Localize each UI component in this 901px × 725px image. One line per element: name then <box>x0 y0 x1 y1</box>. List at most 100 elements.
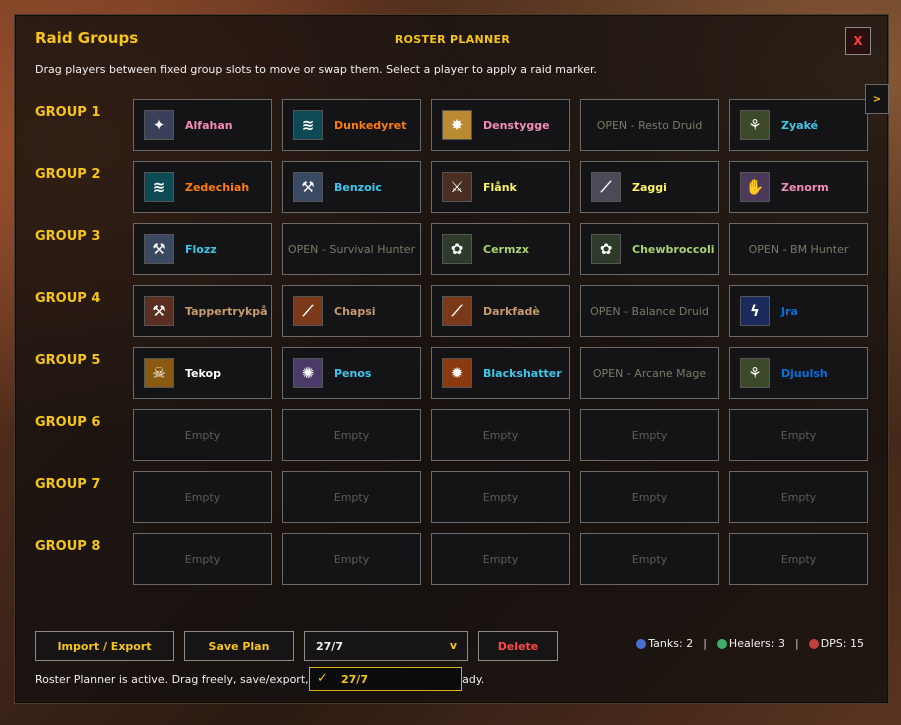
player-slot[interactable]: ϟ Jra <box>729 285 868 337</box>
dps-count: DPS: 15 <box>808 637 864 650</box>
empty-slot[interactable]: Empty <box>580 471 719 523</box>
player-name: Blackshatter <box>483 366 562 380</box>
plan-dropdown-menu[interactable]: ✓ 27/7 <box>309 667 462 691</box>
player-slot[interactable]: ✦ Alfahan <box>133 99 272 151</box>
player-name: Cermzx <box>483 242 529 256</box>
slot-label: Empty <box>333 552 370 566</box>
player-slot[interactable]: ✋ Zenorm <box>729 161 868 213</box>
separator: | <box>703 637 707 650</box>
player-slot[interactable]: ⟋ Chapsi <box>282 285 421 337</box>
shadow-hand-icon: ✋ <box>740 172 770 202</box>
empty-slot[interactable]: Empty <box>282 471 421 523</box>
empty-slot[interactable]: Empty <box>282 533 421 585</box>
player-slot[interactable]: ⚒ Tappertrykpå <box>133 285 272 337</box>
empty-slot[interactable]: Empty <box>729 409 868 461</box>
dagger-strike-icon: ⟋ <box>591 172 621 202</box>
empty-slot[interactable]: Empty <box>580 533 719 585</box>
healer-role-icon <box>716 639 727 649</box>
open-slot[interactable]: OPEN - Balance Druid <box>580 285 719 337</box>
slot-label: Empty <box>780 552 817 566</box>
slot-label: Empty <box>482 428 519 442</box>
group-label: GROUP 1 <box>35 105 101 120</box>
slot-label: Empty <box>184 552 221 566</box>
group-row: GROUP 8 Empty Empty Empty Empty Empty <box>15 533 890 585</box>
player-slot[interactable]: ✸ Denstygge <box>431 99 570 151</box>
player-slot[interactable]: ⚔ Flånk <box>431 161 570 213</box>
holy-light-icon: ✸ <box>442 110 472 140</box>
slot-label: Empty <box>482 552 519 566</box>
frost-axe-icon: ⚒ <box>293 172 323 202</box>
player-name: Darkfadè <box>483 304 540 318</box>
skull-icon: ☠ <box>144 358 174 388</box>
group-row: GROUP 2 ≋ Zedechiah ⚒ Benzoic ⚔ Flånk ⟋ Zaggi ✋ Ze… <box>15 161 890 213</box>
player-slot[interactable]: ✹ Blackshatter <box>431 347 570 399</box>
slot-label: Empty <box>482 490 519 504</box>
player-name: Zyaké <box>781 118 819 132</box>
player-slot[interactable]: ⚒ Flozz <box>133 223 272 275</box>
chevron-down-icon: v <box>449 639 457 652</box>
beast-paw-icon: ✿ <box>591 234 621 264</box>
player-name: Zenorm <box>781 180 829 194</box>
group-label: GROUP 7 <box>35 477 101 492</box>
open-slot[interactable]: OPEN - Survival Hunter <box>282 223 421 275</box>
slot-label: OPEN - Balance Druid <box>590 304 709 318</box>
tank-count: Tanks: 2 <box>636 637 693 650</box>
empty-slot[interactable]: Empty <box>431 471 570 523</box>
open-slot[interactable]: OPEN - Resto Druid <box>580 99 719 151</box>
rogue-blade-icon: ⚔ <box>442 172 472 202</box>
player-name: Jra <box>781 304 798 318</box>
empty-slot[interactable]: Empty <box>431 533 570 585</box>
empty-slot[interactable]: Empty <box>729 533 868 585</box>
warrior-axe-icon: ⚒ <box>144 296 174 326</box>
import-export-button[interactable]: Import / Export <box>35 631 174 661</box>
player-slot[interactable]: ☠ Tekop <box>133 347 272 399</box>
dps-role-icon <box>808 639 819 649</box>
bear-claw-icon: ≋ <box>144 172 174 202</box>
empty-slot[interactable]: Empty <box>133 533 272 585</box>
save-plan-button[interactable]: Save Plan <box>184 631 294 661</box>
player-slot[interactable]: ⚘ Zyaké <box>729 99 868 151</box>
dropdown-option[interactable]: 27/7 <box>341 673 368 686</box>
player-slot[interactable]: ⟋ Zaggi <box>580 161 719 213</box>
empty-slot[interactable]: Empty <box>431 409 570 461</box>
group-row: GROUP 4 ⚒ Tappertrykpå ⟋ Chapsi ⟋ Darkfadè OPEN… <box>15 285 890 337</box>
player-name: Tappertrykpå <box>185 304 268 318</box>
open-slot[interactable]: OPEN - BM Hunter <box>729 223 868 275</box>
player-slot[interactable]: ✿ Cermzx <box>431 223 570 275</box>
group-row: GROUP 5 ☠ Tekop ✺ Penos ✹ Blackshatter OPEN - A… <box>15 347 890 399</box>
plan-select[interactable]: 27/7 v <box>304 631 468 661</box>
slot-label: Empty <box>631 552 668 566</box>
empty-slot[interactable]: Empty <box>282 409 421 461</box>
player-slot[interactable]: ⟋ Darkfadè <box>431 285 570 337</box>
player-slot[interactable]: ✿ Chewbroccoli <box>580 223 719 275</box>
group-label: GROUP 4 <box>35 291 101 306</box>
player-name: Zaggi <box>632 180 667 194</box>
next-page-arrow[interactable]: > <box>865 84 889 114</box>
instructions-text: Drag players between fixed group slots t… <box>35 63 597 76</box>
player-name: Chapsi <box>334 304 376 318</box>
player-slot[interactable]: ≋ Zedechiah <box>133 161 272 213</box>
healer-count-label: Healers: 3 <box>728 637 785 650</box>
slot-label: Empty <box>333 428 370 442</box>
player-slot[interactable]: ≋ Dunkedyret <box>282 99 421 151</box>
slot-label: Empty <box>631 428 668 442</box>
open-slot[interactable]: OPEN - Arcane Mage <box>580 347 719 399</box>
empty-slot[interactable]: Empty <box>580 409 719 461</box>
close-button[interactable]: X <box>845 27 871 55</box>
player-name: Chewbroccoli <box>632 242 715 256</box>
player-slot[interactable]: ✺ Penos <box>282 347 421 399</box>
player-slot[interactable]: ⚒ Benzoic <box>282 161 421 213</box>
player-slot[interactable]: ⚘ Djuulsh <box>729 347 868 399</box>
player-name: Tekop <box>185 366 221 380</box>
empty-slot[interactable]: Empty <box>133 409 272 461</box>
empty-slot[interactable]: Empty <box>729 471 868 523</box>
arcane-circle-icon: ✺ <box>293 358 323 388</box>
beast-paw-icon: ✿ <box>442 234 472 264</box>
player-name: Flozz <box>185 242 217 256</box>
empty-slot[interactable]: Empty <box>133 471 272 523</box>
slot-label: Empty <box>780 490 817 504</box>
tank-role-icon <box>636 639 647 649</box>
delete-button[interactable]: Delete <box>478 631 558 661</box>
slash-strike-icon: ⟋ <box>442 296 472 326</box>
nature-totem-icon: ⚘ <box>740 358 770 388</box>
